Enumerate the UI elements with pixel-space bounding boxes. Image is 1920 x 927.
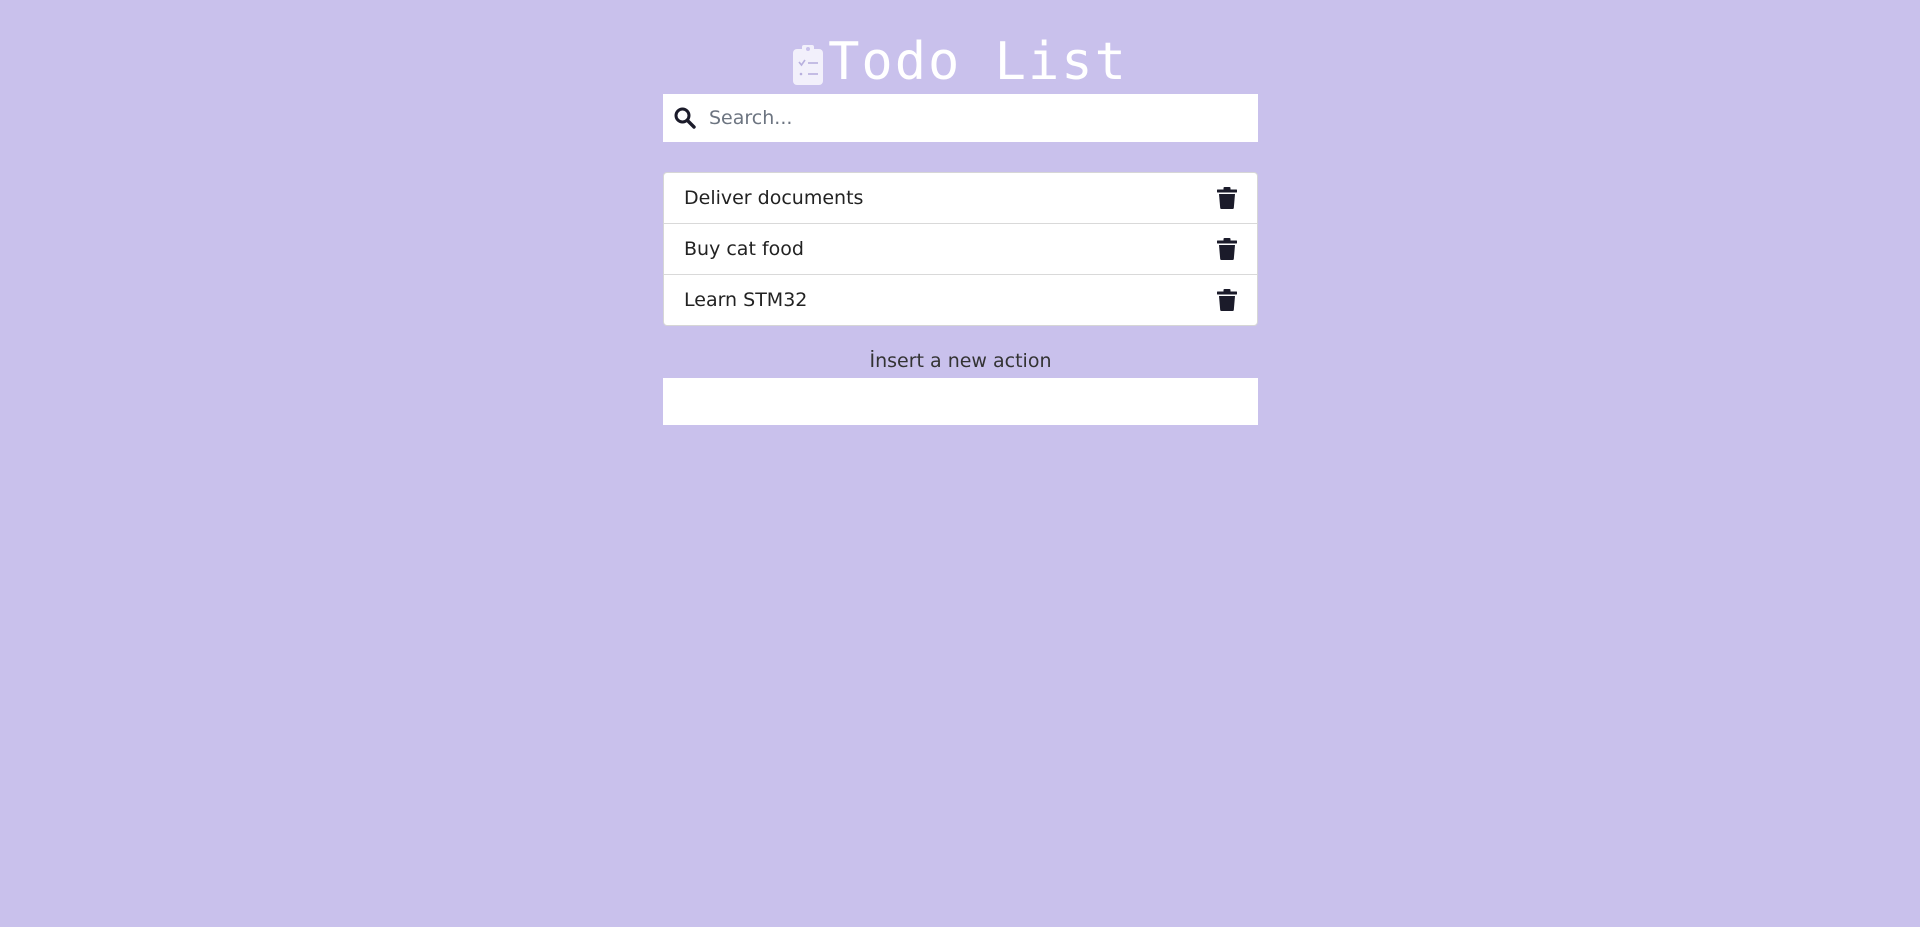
page-title: Todo List — [828, 32, 1128, 92]
search-icon — [673, 106, 697, 130]
search-input[interactable] — [709, 95, 1258, 141]
todo-text: Deliver documents — [684, 187, 864, 209]
trash-icon[interactable] — [1217, 238, 1237, 260]
todo-list: Deliver documents Buy cat food Learn STM… — [663, 172, 1258, 326]
clipboard-check-icon — [792, 44, 824, 86]
search-bar — [663, 94, 1258, 142]
header-inner: Todo List — [792, 34, 1128, 90]
todo-text: Learn STM32 — [684, 289, 808, 311]
todo-app: Todo List Deliver documents Buy cat food — [0, 0, 1920, 927]
todo-text: Buy cat food — [684, 238, 804, 260]
list-item: Deliver documents — [664, 173, 1257, 224]
trash-icon[interactable] — [1217, 187, 1237, 209]
new-action-label: İnsert a new action — [869, 350, 1052, 372]
trash-icon[interactable] — [1217, 289, 1237, 311]
list-item: Buy cat food — [664, 224, 1257, 275]
header: Todo List — [0, 34, 1920, 90]
list-item: Learn STM32 — [664, 275, 1257, 325]
new-action-input[interactable] — [663, 378, 1258, 425]
